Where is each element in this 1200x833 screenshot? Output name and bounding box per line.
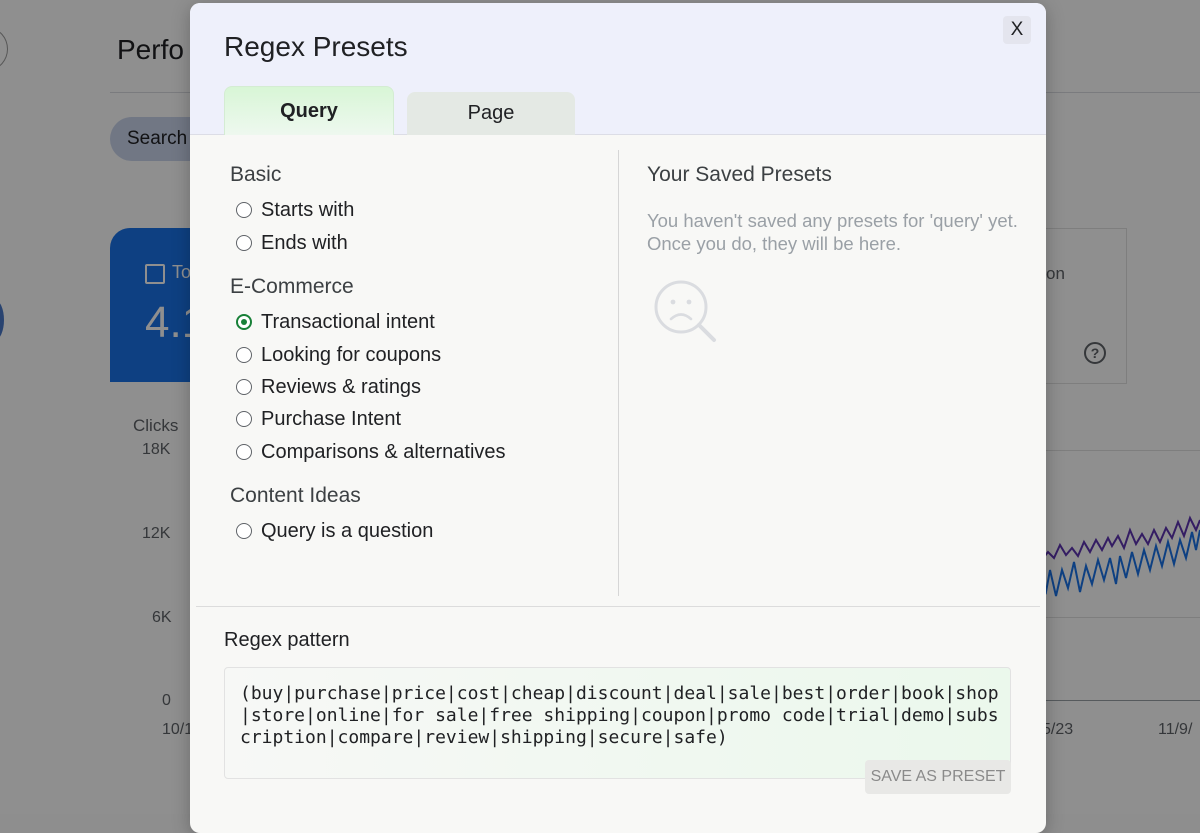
section-title-ecommerce: E-Commerce (230, 275, 354, 298)
option-label: Comparisons & alternatives (261, 440, 506, 463)
radio-button[interactable] (236, 202, 252, 218)
close-button[interactable]: X (1003, 16, 1031, 44)
preset-option-purchase-intent[interactable]: Purchase Intent (236, 406, 401, 432)
saved-presets-title: Your Saved Presets (647, 163, 832, 186)
radio-button[interactable] (236, 235, 252, 251)
radio-button[interactable] (236, 523, 252, 539)
preset-option-ends-with[interactable]: Ends with (236, 230, 348, 256)
radio-button[interactable] (236, 379, 252, 395)
option-label: Reviews & ratings (261, 375, 422, 398)
saved-presets-empty-message: You haven't saved any presets for 'query… (647, 210, 1018, 254)
regex-pattern-label: Regex pattern (224, 629, 350, 651)
option-label: Starts with (261, 198, 355, 221)
column-divider (618, 150, 619, 596)
regex-pattern-value: (buy|purchase|price|cost|cheap|discount|… (240, 683, 999, 748)
dialog-header: Regex Presets X Query Page (190, 3, 1046, 135)
regex-divider (196, 606, 1040, 607)
section-title-basic: Basic (230, 163, 282, 186)
section-title-content-ideas: Content Ideas (230, 484, 361, 507)
tab-query[interactable]: Query (224, 86, 394, 135)
radio-button[interactable] (236, 411, 252, 427)
regex-presets-dialog: Regex Presets X Query Page Basic Starts … (190, 3, 1046, 833)
preset-option-comparisons[interactable]: Comparisons & alternatives (236, 439, 506, 465)
radio-button-selected[interactable] (236, 314, 252, 330)
option-label: Ends with (261, 231, 348, 254)
preset-option-transactional-intent[interactable]: Transactional intent (236, 309, 435, 335)
option-label: Query is a question (261, 519, 434, 542)
tab-page[interactable]: Page (407, 92, 575, 135)
option-label: Transactional intent (261, 310, 435, 333)
preset-option-starts-with[interactable]: Starts with (236, 197, 354, 223)
dialog-title: Regex Presets (224, 31, 408, 62)
preset-option-query-question[interactable]: Query is a question (236, 518, 433, 544)
sad-search-icon (654, 280, 716, 342)
radio-button[interactable] (236, 444, 252, 460)
radio-button[interactable] (236, 347, 252, 363)
preset-option-reviews-ratings[interactable]: Reviews & ratings (236, 374, 421, 400)
save-as-preset-button[interactable]: SAVE AS PRESET (865, 760, 1011, 794)
option-label: Purchase Intent (261, 407, 402, 430)
option-label: Looking for coupons (261, 343, 442, 366)
preset-option-looking-for-coupons[interactable]: Looking for coupons (236, 342, 441, 368)
